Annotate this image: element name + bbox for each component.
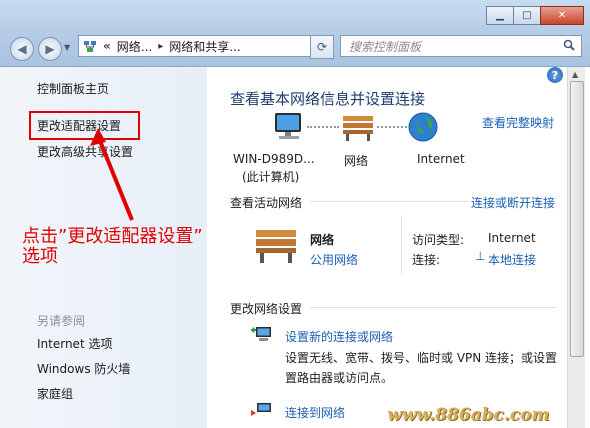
watermark: www.886abc.com <box>387 405 550 425</box>
annotation-text: 点击”更改适配器设置” <box>22 226 203 247</box>
annotation-arrow <box>90 128 134 221</box>
annotation-text-2: 选项 <box>22 246 58 267</box>
